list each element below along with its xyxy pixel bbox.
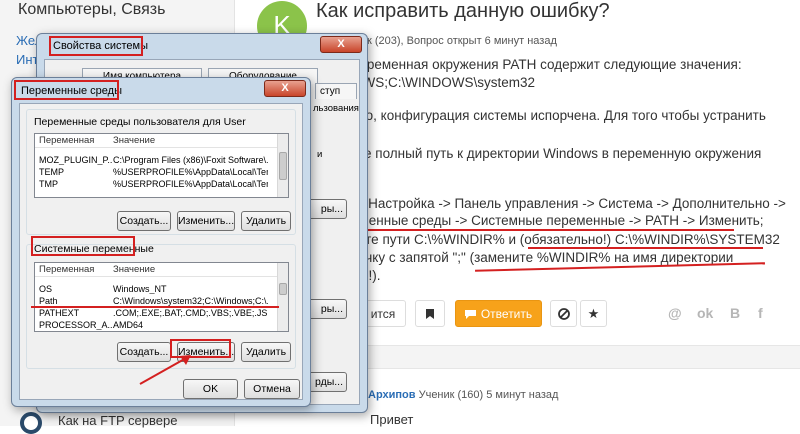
facebook-share-icon[interactable]: f: [758, 305, 763, 321]
email-share-icon[interactable]: @: [668, 305, 682, 321]
user-avatar: [20, 412, 42, 434]
delete-system-var-button[interactable]: Удалить: [241, 342, 291, 362]
section-fragment: и: [317, 149, 323, 160]
var-name: Path: [39, 296, 58, 306]
answer-text: Привет: [370, 412, 414, 427]
var-value: %USERPROFILE%\AppData\Local\Temp: [113, 167, 268, 177]
cancel-button[interactable]: Отмена: [244, 379, 300, 399]
close-button[interactable]: X: [264, 80, 306, 97]
var-name: TMP: [39, 179, 58, 189]
star-icon: ★: [587, 305, 600, 321]
var-value: C:\Program Files (x86)\Foxit Software\..…: [113, 155, 268, 165]
list-row[interactable]: PROCESSOR_A... AMD64: [36, 320, 274, 331]
user-variables-label: Переменные среды пользователя для User: [34, 116, 246, 128]
block-button[interactable]: [550, 300, 577, 327]
question-line: -> Настройка -> Панель управления -> Сис…: [352, 196, 786, 211]
highlight-edit-button: [170, 339, 231, 358]
highlight-system-variables-label: [31, 236, 135, 256]
highlight-env-vars-title: [14, 80, 119, 100]
answer-button-label: Ответить: [480, 306, 533, 321]
question-line: ьте полный путь к директории Windows в п…: [352, 146, 762, 161]
var-value: .COM;.EXE;.BAT;.CMD;.VBS;.VBE;.JS;...: [113, 308, 268, 318]
question-line: переменная окружения PATH содержит следу…: [352, 57, 742, 72]
question-line: вьте пути C:\%WINDIR% и (обязательно!) C…: [352, 232, 780, 247]
answer-button[interactable]: Ответить: [455, 300, 542, 327]
block-icon: [557, 307, 570, 320]
question-action-bar: ится Ответить ★ @ ok B f: [360, 300, 800, 328]
list-row[interactable]: TMP %USERPROFILE%\AppData\Local\Temp: [36, 179, 274, 191]
list-header: Переменная Значение: [35, 263, 288, 277]
ok-button[interactable]: OK: [183, 379, 238, 399]
bookmark-button[interactable]: [415, 300, 445, 327]
answer-meta: Архипов Ученик (160) 5 минут назад: [368, 389, 558, 401]
column-header-value[interactable]: Значение: [113, 264, 155, 275]
list-row[interactable]: OS Windows_NT: [36, 284, 274, 296]
column-header-variable[interactable]: Переменная: [39, 135, 94, 146]
env-vars-button[interactable]: рды...: [305, 372, 347, 392]
bookmark-icon: [426, 308, 434, 319]
var-value: %USERPROFILE%\AppData\Local\Temp: [113, 179, 268, 189]
list-row[interactable]: TEMP %USERPROFILE%\AppData\Local\Temp: [36, 167, 274, 179]
list-scrollbar[interactable]: [277, 134, 288, 197]
section-fragment: льзования: [313, 103, 359, 114]
question-line: еменные среды -> Системные переменные ->…: [352, 213, 764, 228]
scrollbar-thumb[interactable]: [279, 283, 287, 295]
scrollbar-thumb[interactable]: [279, 152, 287, 180]
list-row[interactable]: PATHEXT .COM;.EXE;.BAT;.CMD;.VBS;.VBE;.J…: [36, 308, 274, 320]
answerer-name[interactable]: Архипов: [368, 389, 416, 401]
highlight-system-properties-title: [49, 36, 143, 56]
question-line: точку с запятой ";" (замените %WINDIR% н…: [352, 250, 734, 265]
create-system-var-button[interactable]: Создать...: [117, 342, 171, 362]
settings-button[interactable]: ры...: [305, 199, 347, 219]
var-name: MOZ_PLUGIN_P...: [39, 155, 113, 165]
question-line: тно, конфигурация системы испорчена. Для…: [352, 108, 766, 123]
close-icon: X: [337, 38, 345, 50]
var-name: OS: [39, 284, 53, 294]
reply-icon: [464, 309, 476, 319]
var-value: Windows_NT: [113, 284, 167, 294]
var-value: C:\Windows\system32;C:\Windows;C:\...: [113, 296, 268, 306]
category-title: Компьютеры, Связь: [18, 1, 166, 18]
asker-meta-text: Ученик (203), Вопрос открыт 6 минут наза…: [335, 35, 557, 47]
question-title: Как исправить данную ошибку?: [316, 0, 610, 22]
red-underline: [528, 247, 763, 249]
tab-remote-access[interactable]: ступ: [315, 83, 357, 99]
system-variables-list[interactable]: Переменная Значение OS Windows_NT Path C…: [34, 262, 289, 332]
var-name: PATHEXT: [39, 308, 80, 318]
list-row[interactable]: MOZ_PLUGIN_P... C:\Program Files (x86)\F…: [36, 155, 274, 167]
odnoklassniki-share-icon[interactable]: ok: [697, 305, 713, 321]
favorite-button[interactable]: ★: [580, 300, 607, 327]
close-button[interactable]: X: [320, 36, 362, 53]
user-variables-list[interactable]: Переменная Значение MOZ_PLUGIN_P... C:\P…: [34, 133, 289, 198]
settings-button[interactable]: ры...: [305, 299, 347, 319]
vk-share-icon[interactable]: B: [730, 305, 740, 321]
delete-user-var-button[interactable]: Удалить: [241, 211, 291, 231]
close-icon: X: [281, 82, 289, 94]
path-row-underline: [31, 306, 279, 308]
create-user-var-button[interactable]: Создать...: [117, 211, 171, 231]
list-scrollbar[interactable]: [277, 263, 288, 331]
var-name: PROCESSOR_A...: [39, 320, 113, 330]
question-line: OWS;C:\WINDOWS\system32: [352, 75, 536, 90]
answerer-meta-text: Ученик (160) 5 минут назад: [418, 389, 559, 401]
edit-user-var-button[interactable]: Изменить...: [177, 211, 235, 231]
red-underline: [350, 229, 734, 231]
column-header-variable[interactable]: Переменная: [39, 264, 94, 275]
var-name: TEMP: [39, 167, 65, 177]
var-value: AMD64: [113, 320, 144, 330]
column-header-value[interactable]: Значение: [113, 135, 155, 146]
list-header: Переменная Значение: [35, 134, 288, 148]
